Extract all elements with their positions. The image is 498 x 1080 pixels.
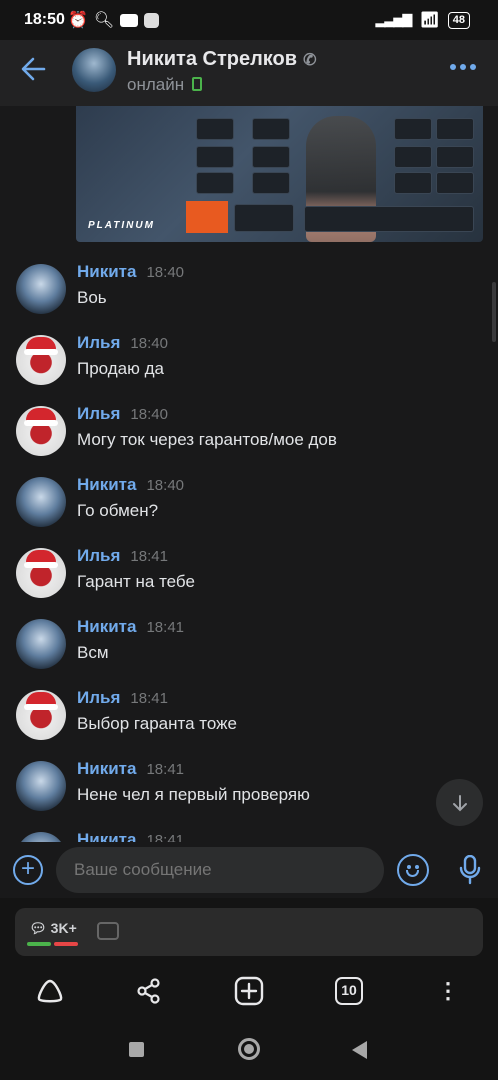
- message-row[interactable]: Никита 18:41 Нене чел я первый проверяю: [0, 753, 498, 824]
- message-time: 18:41: [146, 761, 185, 778]
- message-composer: +: [0, 842, 498, 898]
- message-text: Продаю да: [77, 359, 164, 378]
- scrollbar[interactable]: [492, 282, 496, 342]
- message-time: 18:41: [146, 832, 185, 842]
- sender-avatar[interactable]: [16, 406, 66, 456]
- message-text: Нене чел я первый проверяю: [77, 785, 310, 804]
- message-text: Всм: [77, 643, 109, 662]
- sender-avatar[interactable]: [16, 264, 66, 314]
- menu-icon[interactable]: ⋮: [431, 974, 465, 1008]
- sender-name[interactable]: Илья 18:41: [77, 546, 168, 566]
- back-button[interactable]: [352, 1041, 367, 1059]
- sender-name[interactable]: Никита 18:41: [77, 617, 184, 637]
- message-text: Могу ток через гарантов/мое дов: [77, 430, 337, 449]
- message-row[interactable]: Никита 18:40 Го обмен?: [0, 469, 498, 540]
- message-time: 18:41: [130, 548, 168, 565]
- scroll-down-icon[interactable]: [436, 779, 483, 826]
- message-time: 18:40: [130, 335, 168, 352]
- sender-name[interactable]: Никита 18:41: [77, 759, 184, 779]
- message-time: 18:40: [146, 477, 185, 494]
- add-icon[interactable]: +: [13, 855, 43, 885]
- sender-name[interactable]: Никита 18:40: [77, 262, 184, 282]
- message-time: 18:40: [130, 406, 168, 423]
- message-time: 18:40: [146, 264, 185, 281]
- message-input[interactable]: [56, 847, 384, 893]
- message-time: 18:41: [130, 690, 168, 707]
- sender-name[interactable]: Илья 18:40: [77, 333, 168, 353]
- sender-avatar[interactable]: [16, 335, 66, 385]
- message-list: Никита 18:40 Воь Илья 18:40 Продаю да Илья 18:4…: [0, 0, 498, 842]
- sender-avatar[interactable]: [16, 619, 66, 669]
- message-text: Го обмен?: [77, 501, 159, 520]
- address-pill[interactable]: 💬︎ 3K+: [15, 908, 483, 956]
- message-row[interactable]: Илья 18:41 Выбор гаранта тоже: [0, 682, 498, 753]
- message-text: Гарант на тебе: [77, 572, 195, 591]
- home-icon[interactable]: [33, 974, 67, 1008]
- message-text: Выбор гаранта тоже: [77, 714, 237, 733]
- sender-name[interactable]: Илья 18:41: [77, 688, 168, 708]
- page-icon[interactable]: [97, 922, 119, 940]
- sender-avatar[interactable]: [16, 548, 66, 598]
- message-row[interactable]: Никита 18:41: [0, 824, 498, 842]
- browser-bar: 💬︎ 3K+: [0, 898, 498, 968]
- sender-name[interactable]: Илья 18:40: [77, 404, 168, 424]
- mic-icon[interactable]: [459, 855, 481, 885]
- sender-avatar[interactable]: [16, 477, 66, 527]
- message-row[interactable]: Никита 18:40 Воь: [0, 256, 498, 327]
- share-icon[interactable]: [132, 974, 166, 1008]
- sender-avatar[interactable]: [16, 832, 66, 842]
- message-row[interactable]: Илья 18:40 Продаю да: [0, 327, 498, 398]
- smile-icon[interactable]: [397, 854, 429, 886]
- sender-avatar[interactable]: [16, 690, 66, 740]
- comment-counter[interactable]: 💬︎ 3K+: [29, 920, 77, 937]
- browser-nav: 10 ⋮: [0, 968, 498, 1016]
- message-row[interactable]: Никита 18:41 Всм: [0, 611, 498, 682]
- sender-name[interactable]: Никита 18:40: [77, 475, 184, 495]
- home-button[interactable]: [238, 1038, 260, 1060]
- recents-button[interactable]: [129, 1042, 144, 1057]
- tabs-icon[interactable]: 10: [332, 974, 366, 1008]
- message-time: 18:41: [146, 619, 185, 636]
- system-nav: [0, 1016, 498, 1080]
- message-row[interactable]: Илья 18:41 Гарант на тебе: [0, 540, 498, 611]
- message-row[interactable]: Илья 18:40 Могу ток через гарантов/мое дов: [0, 398, 498, 469]
- sender-avatar[interactable]: [16, 761, 66, 811]
- sender-name[interactable]: Никита 18:41: [77, 830, 184, 842]
- message-text: Воь: [77, 288, 107, 307]
- new-tab-icon[interactable]: [232, 974, 266, 1008]
